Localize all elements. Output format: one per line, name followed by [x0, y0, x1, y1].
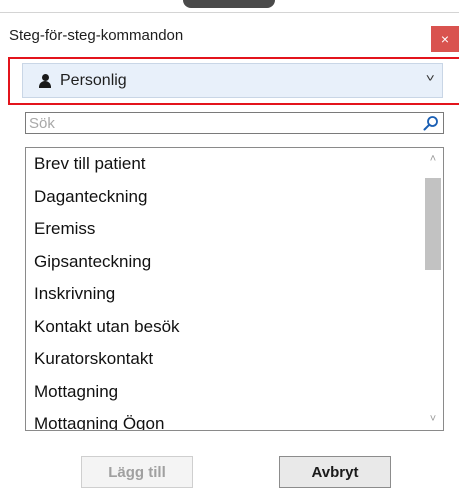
command-list: Brev till patient Daganteckning Eremiss …	[25, 147, 444, 431]
close-icon: ×	[440, 31, 450, 47]
category-dropdown[interactable]: Personlig ˅	[22, 63, 443, 98]
scroll-up-icon[interactable]: ˄	[423, 148, 443, 170]
dialog-title: Steg-för-steg-kommandon	[9, 27, 184, 44]
top-strip	[0, 0, 459, 13]
list-item[interactable]: Eremiss	[26, 213, 421, 246]
list-item[interactable]: Brev till patient	[26, 148, 421, 181]
magnifier-icon[interactable]	[423, 115, 439, 131]
scroll-down-icon[interactable]: ˅	[423, 408, 443, 430]
top-strip-mark	[183, 0, 275, 8]
step-by-step-dialog: Steg-för-steg-kommandon × Personlig ˅ Br…	[0, 0, 459, 497]
list-item[interactable]: Daganteckning	[26, 181, 421, 214]
scroll-thumb[interactable]	[425, 178, 441, 270]
list-item[interactable]: Kuratorskontakt	[26, 343, 421, 376]
person-icon	[39, 73, 51, 88]
vertical-scrollbar[interactable]: ˄ ˅	[423, 148, 443, 430]
list-item[interactable]: Gipsanteckning	[26, 246, 421, 279]
list-item[interactable]: Mottagning	[26, 376, 421, 409]
cancel-button[interactable]: Avbryt	[279, 456, 391, 488]
search-box	[25, 112, 444, 134]
list-items: Brev till patient Daganteckning Eremiss …	[26, 148, 421, 430]
chevron-down-icon: ˅	[425, 73, 435, 85]
add-button[interactable]: Lägg till	[81, 456, 193, 488]
list-item[interactable]: Kontakt utan besök	[26, 311, 421, 344]
close-button[interactable]: ×	[431, 26, 459, 52]
list-item[interactable]: Inskrivning	[26, 278, 421, 311]
search-input[interactable]	[29, 113, 409, 133]
list-item[interactable]: Mottagning Ögon	[26, 408, 421, 430]
dropdown-selected-label: Personlig	[60, 71, 127, 89]
